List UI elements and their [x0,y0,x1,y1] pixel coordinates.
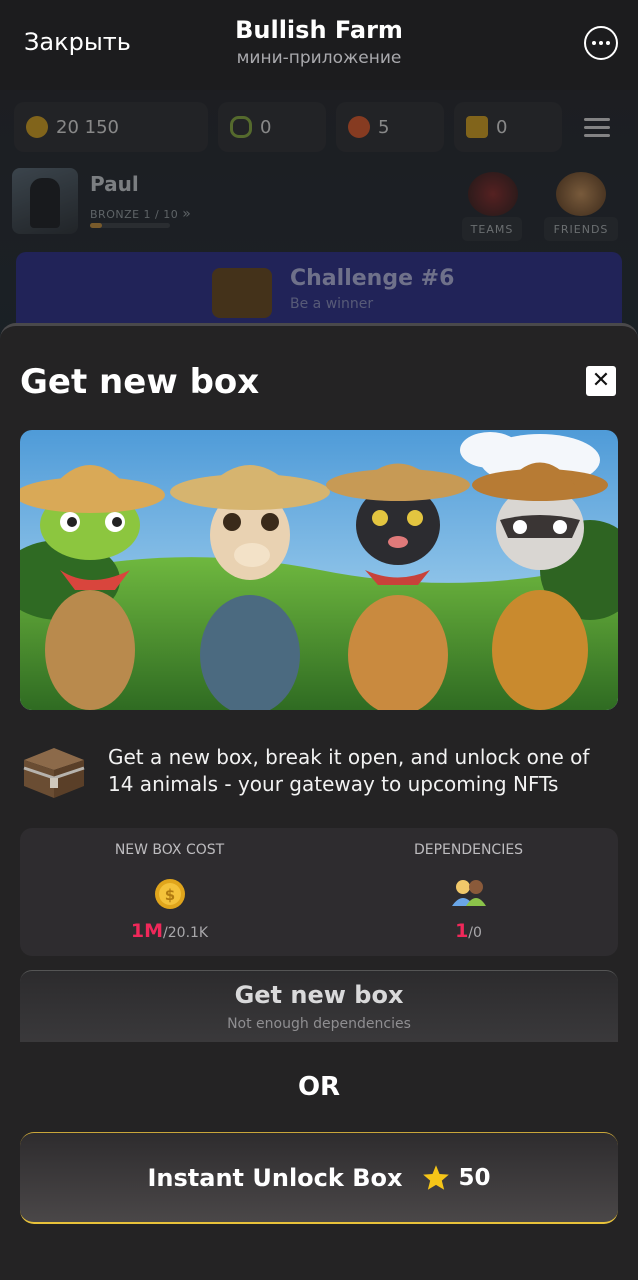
box-description: Get a new box, break it open, and unlock… [108,745,590,796]
background-app: 20 150 0 5 0 Paul BRONZE 1 / 10 » TEAMS … [0,90,638,350]
timer-value: 5 [378,116,390,138]
get-new-box-button[interactable]: Get new box Not enough dependencies [20,970,618,1042]
coin-icon: $ [154,879,185,909]
bull-logo-icon [212,268,272,318]
timer-counter: 5 [336,102,444,152]
deps-required: 1 [455,920,469,942]
treasure-chest-icon [23,748,85,798]
rank-text: BRONZE 1 / 10 [90,208,179,221]
handshake-icon [556,172,606,216]
keys-value: 0 [496,116,508,138]
dependencies: DEPENDENCIES 1/0 [319,828,618,956]
teams-tile[interactable]: TEAMS [462,217,522,241]
coins-counter: 20 150 [14,102,208,152]
avatar[interactable] [12,168,78,234]
app-title: Bullish Farm [235,16,403,44]
resource-bar: 20 150 0 5 0 [14,102,562,152]
links-counter: 0 [218,102,326,152]
stopwatch-icon [348,116,370,138]
box-info-row: Get a new box, break it open, and unlock… [20,736,618,816]
challenge-subtitle: Be a winner [290,296,374,312]
coins-value: 20 150 [56,116,119,138]
cost-required: 1M [130,920,164,942]
cost-label: NEW BOX COST [114,842,225,858]
hamburger-menu-icon[interactable] [584,118,610,142]
teams-icon [468,172,518,216]
instant-unlock-label: Instant Unlock Box [147,1163,403,1192]
friends-tile[interactable]: FRIENDS [544,217,618,241]
dependencies-label: DEPENDENCIES [413,842,524,858]
get-box-sheet: Get new box ✕ Get a new box, break it op… [0,323,638,1280]
close-icon[interactable]: ✕ [586,366,616,396]
link-icon [230,116,252,138]
cost-card: NEW BOX COST $ 1M/20.1K DEPENDENCIES 1/0 [20,828,618,956]
deps-have: /0 [468,925,482,941]
star-price-value: 50 [458,1164,491,1191]
new-box-cost: NEW BOX COST $ 1M/20.1K [20,828,319,956]
cost-value: 1M/20.1K [20,920,319,942]
animals-banner-image [20,430,618,710]
cost-have: /20.1K [163,925,209,941]
user-name: Paul [90,172,139,196]
instant-unlock-button[interactable]: Instant Unlock Box 50 [20,1132,618,1224]
key-icon [466,116,488,138]
chevron-right-icon: » [182,206,192,222]
telegram-header: Закрыть Bullish Farm мини-приложение [0,0,638,90]
get-new-box-hint: Not enough dependencies [227,1016,411,1032]
keys-counter: 0 [454,102,562,152]
people-icon [451,880,486,906]
user-rank: BRONZE 1 / 10 » [90,206,191,222]
star-icon [423,1165,450,1190]
app-subtitle: мини-приложение [236,48,402,68]
rank-progress-bar [90,223,170,228]
svg-text:$: $ [164,886,174,904]
sheet-title: Get new box [20,362,260,402]
or-divider: OR [297,1072,341,1102]
get-new-box-label: Get new box [234,981,404,1009]
challenge-title: Challenge #6 [290,266,455,291]
coin-icon [26,116,48,138]
instant-unlock-price: 50 [422,1164,491,1191]
more-options-icon[interactable] [584,26,618,60]
dependencies-value: 1/0 [319,920,618,942]
links-value: 0 [260,116,272,138]
